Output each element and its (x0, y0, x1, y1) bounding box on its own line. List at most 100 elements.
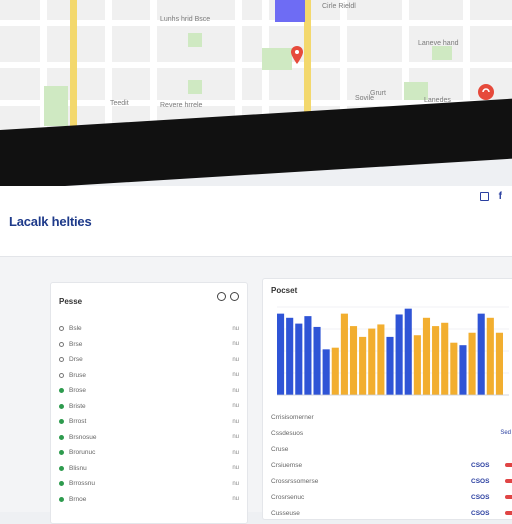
map-label: Lunhs hrid Bsce (160, 16, 211, 23)
list-item-label: Drse (69, 356, 83, 364)
list-item-label: Brorunuc (69, 449, 96, 457)
status-dot-icon (59, 481, 64, 487)
chart-bar[interactable] (422, 317, 431, 395)
chart-bar[interactable] (349, 326, 358, 395)
status-dot-icon (59, 326, 64, 332)
chart-bar[interactable] (377, 324, 385, 395)
table-row[interactable]: Crossrssomerse CSOS (271, 473, 512, 489)
chart-bar[interactable] (286, 317, 294, 395)
square-icon[interactable] (479, 192, 489, 201)
list-item-label: Bsle (69, 325, 82, 333)
list-item-value: nu (232, 418, 239, 425)
chart-bar[interactable] (486, 317, 494, 395)
list-item[interactable]: Bruse nu (59, 368, 239, 384)
chart-bar[interactable] (450, 342, 458, 395)
status-dot-icon (59, 465, 64, 471)
chart-bar[interactable] (277, 313, 285, 395)
table-row[interactable]: Cruse (271, 441, 512, 457)
table-row-label: Cusseuse (271, 509, 300, 517)
card-actions (217, 292, 239, 301)
list-item-value: nu (232, 434, 239, 441)
chart-bar[interactable] (495, 332, 503, 395)
map-label: Teedit (110, 100, 129, 107)
list-item-label: Brose (69, 387, 86, 395)
table-row-label: Crossrssomerse (271, 477, 319, 485)
status-dot-icon (59, 388, 64, 394)
facebook-icon[interactable]: f (499, 191, 502, 202)
list-item[interactable]: Briste nu (59, 399, 239, 415)
table-row[interactable]: Cssdesuos Sed (271, 425, 512, 441)
list-item[interactable]: Bsle nu (59, 321, 239, 337)
map-park (432, 46, 452, 60)
table-row-link[interactable]: Sed (500, 430, 511, 436)
table-row-code: CSOS (471, 509, 490, 517)
chart-bar[interactable] (386, 336, 394, 395)
table-row[interactable]: Crosrsenuc CSOS (271, 489, 512, 505)
list-item[interactable]: Brose nu (59, 383, 239, 399)
refresh-icon[interactable] (217, 292, 226, 301)
list-item[interactable]: Brorunuc nu (59, 445, 239, 461)
map-pin-icon[interactable] (291, 46, 303, 64)
map-park (188, 33, 202, 47)
chart-bar[interactable] (459, 345, 467, 395)
list-item-value: nu (232, 480, 239, 487)
table-row[interactable]: Cusseuse CSOS (271, 505, 512, 521)
list-item-value: nu (232, 403, 239, 410)
status-dot-icon (59, 419, 64, 425)
list-item[interactable]: Brnoe nu (59, 492, 239, 508)
list-item-value: nu (232, 341, 239, 348)
table-row-label: Cssdesuos (271, 429, 304, 437)
list-item[interactable]: Blisnu nu (59, 461, 239, 477)
map-area-highlight (275, 0, 305, 22)
chart-bar[interactable] (313, 326, 321, 395)
settings-icon[interactable] (230, 292, 239, 301)
chart-card: Pocset Crrisisomerner Cssdesuos Sed Cruse Cr… (262, 278, 512, 520)
status-dot-icon (59, 341, 64, 347)
list-item[interactable]: Brsnosue nu (59, 430, 239, 446)
list-item-label: Brrost (69, 418, 87, 426)
list-item-value: nu (232, 325, 239, 332)
chart-bar[interactable] (331, 347, 339, 395)
table-row-label: Cruse (271, 445, 289, 453)
list-item-label: Brse (69, 340, 83, 348)
list-item-value: nu (232, 496, 239, 503)
list-item-value: nu (232, 356, 239, 363)
status-dot-icon (59, 450, 64, 456)
chart-bar[interactable] (432, 326, 440, 395)
status-dot-icon (59, 434, 64, 440)
stations-card: Pesse Bsle nu Brse nu Drse nu Bruse nu Brose nu Br… (50, 282, 248, 524)
list-item[interactable]: Brrossnu nu (59, 476, 239, 492)
location-pin-icon[interactable] (478, 84, 494, 100)
table-row[interactable]: Crrisisomerner (271, 409, 512, 425)
brand-title: Lacalk helties (9, 214, 92, 229)
chart-bar[interactable] (304, 316, 312, 395)
map-park (262, 48, 292, 70)
chart-bar[interactable] (413, 335, 421, 395)
chart-bar[interactable] (395, 314, 403, 395)
table-row-label: Crosrsenuc (271, 493, 305, 501)
list-item[interactable]: Drse nu (59, 352, 239, 368)
chart-bar[interactable] (359, 336, 367, 395)
map-park (44, 86, 68, 126)
list-item-label: Bruse (69, 371, 86, 379)
map-label: Cirle Rieldl (322, 3, 356, 10)
chart-bar[interactable] (468, 332, 476, 395)
chart-bar[interactable] (477, 313, 485, 395)
chart-bar[interactable] (322, 349, 330, 395)
map-label: Laneve hand (418, 40, 459, 47)
table-row-label: Crrisisomerner (271, 413, 314, 421)
table-row[interactable]: Crsiuemse CSOS (271, 457, 512, 473)
chart-bar[interactable] (295, 323, 303, 395)
chart-bar[interactable] (404, 308, 412, 395)
map-park (188, 80, 202, 94)
chart-title: Pocset (271, 286, 298, 295)
status-pill (505, 463, 512, 467)
chart-bar[interactable] (368, 328, 376, 395)
station-list: Bsle nu Brse nu Drse nu Bruse nu Brose nu Briste nu… (59, 321, 239, 507)
chart-bar[interactable] (340, 313, 348, 395)
list-item[interactable]: Brse nu (59, 337, 239, 353)
status-pill (505, 479, 512, 483)
list-item[interactable]: Brrost nu (59, 414, 239, 430)
chart-bar[interactable] (441, 322, 449, 395)
detail-table: Crrisisomerner Cssdesuos Sed Cruse Crsiuemse… (271, 409, 512, 521)
